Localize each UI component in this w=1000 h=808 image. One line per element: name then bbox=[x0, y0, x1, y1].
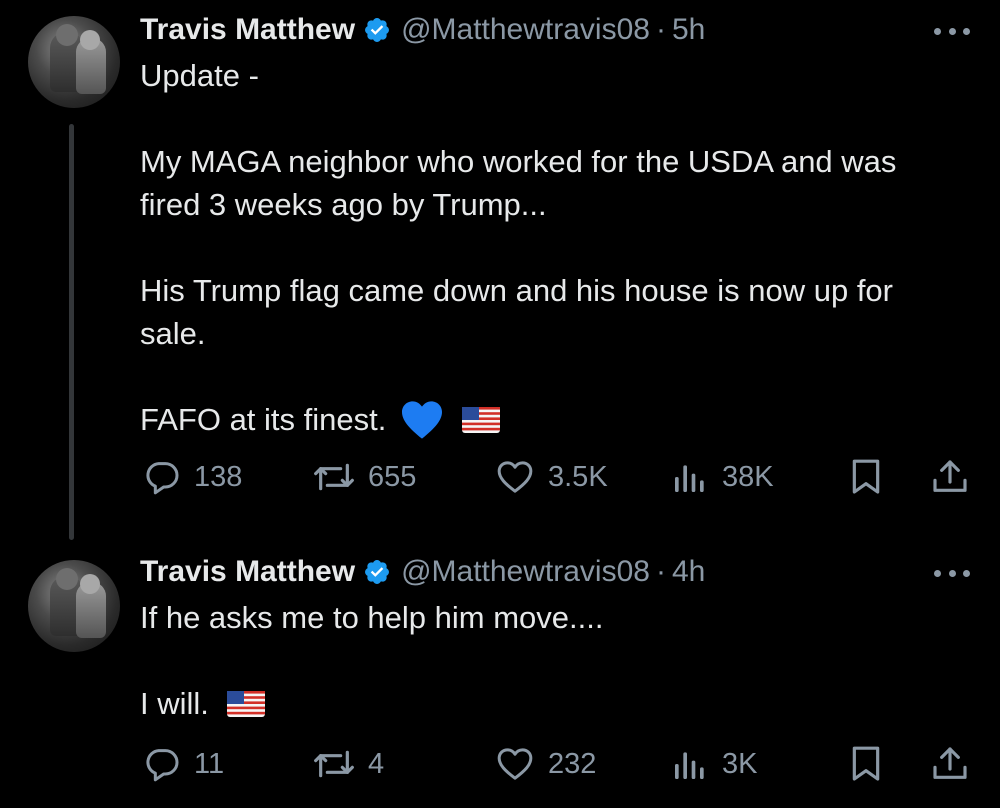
reply-count: 138 bbox=[194, 460, 243, 493]
repost-count: 655 bbox=[368, 460, 417, 493]
tweet-line: I will. bbox=[140, 686, 209, 721]
tweet-line: My MAGA neighbor who worked for the USDA… bbox=[140, 144, 897, 179]
tweet-line-with-emoji: FAFO at its finest. bbox=[140, 398, 980, 441]
views-button[interactable]: 3K bbox=[670, 742, 757, 786]
views-count: 38K bbox=[722, 460, 774, 493]
like-icon bbox=[497, 461, 533, 493]
tweet-line bbox=[140, 355, 980, 398]
repost-icon bbox=[314, 463, 354, 491]
repost-button[interactable]: 655 bbox=[312, 455, 416, 499]
verified-badge-icon bbox=[365, 18, 390, 42]
tweet-actions: 138 655 3.5K 38K bbox=[140, 455, 980, 499]
repost-icon bbox=[314, 750, 354, 778]
reply-icon bbox=[146, 462, 179, 495]
tweet-line-with-emoji: I will. bbox=[140, 682, 980, 725]
tweet-line: Update - bbox=[140, 58, 259, 93]
like-button[interactable]: 232 bbox=[494, 742, 596, 786]
repost-button[interactable]: 4 bbox=[312, 742, 384, 786]
like-icon bbox=[497, 748, 533, 780]
tweet-text: Update - My MAGA neighbor who worked for… bbox=[140, 54, 980, 441]
share-icon bbox=[933, 460, 967, 492]
separator: · bbox=[655, 555, 666, 588]
tweet-header: Travis Matthew @Matthewtravis08 · 5h bbox=[140, 10, 705, 50]
reply-icon bbox=[146, 749, 179, 782]
verified-badge-icon bbox=[365, 560, 390, 584]
views-icon bbox=[675, 752, 704, 779]
author-name[interactable]: Travis Matthew bbox=[140, 13, 355, 47]
bookmark-button[interactable] bbox=[846, 742, 886, 786]
views-count: 3K bbox=[722, 747, 758, 780]
tweet-line: If he asks me to help him move.... bbox=[140, 600, 604, 635]
repost-count: 4 bbox=[368, 747, 385, 780]
reply-count: 11 bbox=[194, 747, 225, 780]
author-name[interactable]: Travis Matthew bbox=[140, 555, 355, 589]
avatar[interactable] bbox=[28, 16, 120, 108]
tweet-line bbox=[140, 639, 980, 682]
timestamp[interactable]: 5h bbox=[672, 13, 705, 47]
bookmark-icon bbox=[852, 746, 880, 781]
tweet-actions: 11 4 232 3K bbox=[140, 742, 980, 786]
reply-button[interactable]: 138 bbox=[142, 455, 242, 499]
views-button[interactable]: 38K bbox=[670, 455, 774, 499]
separator: · bbox=[655, 13, 666, 46]
share-button[interactable] bbox=[930, 742, 970, 786]
reply-button[interactable]: 11 bbox=[142, 742, 224, 786]
tweet-line: His Trump flag came down and his house i… bbox=[140, 273, 893, 308]
bookmark-button[interactable] bbox=[846, 455, 886, 499]
tweet-text: If he asks me to help him move.... I wil… bbox=[140, 596, 980, 725]
avatar[interactable] bbox=[28, 560, 120, 652]
views-icon bbox=[675, 465, 704, 492]
tweet-line: fired 3 weeks ago by Trump... bbox=[140, 187, 547, 222]
more-icon[interactable] bbox=[934, 567, 970, 579]
tweet-line: FAFO at its finest. bbox=[140, 402, 387, 437]
share-icon bbox=[933, 747, 967, 779]
bookmark-icon bbox=[852, 459, 880, 494]
us-flag-emoji-icon bbox=[226, 690, 265, 717]
author-handle[interactable]: @Matthewtravis08 bbox=[401, 13, 650, 47]
tweet-line bbox=[140, 97, 980, 140]
share-button[interactable] bbox=[930, 455, 970, 499]
blue-heart-emoji-icon bbox=[402, 400, 443, 439]
timestamp[interactable]: 4h bbox=[672, 555, 705, 589]
tweet-header: Travis Matthew @Matthewtravis08 · 4h bbox=[140, 552, 705, 592]
more-icon[interactable] bbox=[934, 25, 970, 37]
thread-connector-line bbox=[69, 124, 74, 540]
like-count: 3.5K bbox=[548, 460, 608, 493]
like-count: 232 bbox=[548, 747, 597, 780]
us-flag-emoji-icon bbox=[462, 406, 501, 433]
author-handle[interactable]: @Matthewtravis08 bbox=[401, 555, 650, 589]
like-button[interactable]: 3.5K bbox=[494, 455, 608, 499]
tweet-line: sale. bbox=[140, 316, 206, 351]
tweet-line bbox=[140, 226, 980, 269]
